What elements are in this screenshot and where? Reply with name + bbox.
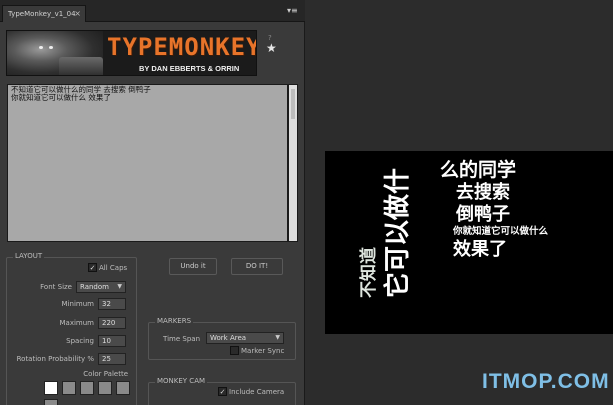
- banner-title: TYPEMONKEY: [107, 33, 257, 61]
- preview-text-vertical: 不知道: [359, 247, 379, 298]
- text-scrollbar[interactable]: [288, 84, 298, 242]
- maximum-label: Maximum: [59, 319, 95, 327]
- color-swatch[interactable]: [62, 381, 76, 395]
- time-span-label: Time Span: [163, 335, 200, 343]
- color-swatch[interactable]: [116, 381, 130, 395]
- markers-group-title: MARKERS: [155, 317, 194, 325]
- scroll-thumb[interactable]: [291, 89, 295, 119]
- gorilla-eye: [39, 46, 43, 49]
- panel-titlebar: TypeMonkey_v1_04 × ▾≡: [0, 0, 305, 22]
- do-it-button[interactable]: DO IT!: [231, 258, 283, 275]
- all-caps-label: All Caps: [99, 264, 128, 272]
- color-swatch[interactable]: [44, 381, 58, 395]
- color-swatch[interactable]: [98, 381, 112, 395]
- panel-tab-title: TypeMonkey_v1_04: [8, 10, 76, 18]
- undo-button[interactable]: Undo it: [169, 258, 217, 275]
- kinetic-type-preview: 么的同学 去搜索 倒鸭子 你就知道它可以做什么 效果了 它可以做什 不知道: [325, 151, 613, 334]
- maximum-field[interactable]: 220: [98, 317, 126, 329]
- time-span-dropdown[interactable]: Work Area ▼: [206, 332, 284, 344]
- font-size-dropdown[interactable]: Random ▼: [76, 281, 126, 293]
- minimum-label: Minimum: [61, 300, 94, 308]
- font-size-label: Font Size: [40, 283, 72, 291]
- color-swatch[interactable]: [44, 399, 58, 405]
- close-icon[interactable]: ×: [74, 9, 81, 18]
- gorilla-eye: [49, 46, 53, 49]
- panel-tab[interactable]: TypeMonkey_v1_04 ×: [2, 5, 86, 22]
- text-line: 你就知道它可以做什么 效果了: [11, 93, 111, 102]
- font-size-value: Random: [80, 283, 109, 291]
- color-palette-label: Color Palette: [83, 370, 128, 378]
- time-span-value: Work Area: [210, 334, 247, 342]
- watermark-logo: ITMOP.COM: [482, 370, 610, 393]
- rotation-probability-label: Rotation Probability %: [16, 355, 94, 363]
- include-camera-checkbox[interactable]: ✓: [218, 387, 227, 396]
- star-icon[interactable]: ★: [266, 41, 277, 55]
- monkey-cam-group-title: MONKEY CAM: [155, 377, 208, 385]
- minimum-field[interactable]: 32: [98, 298, 126, 310]
- include-camera-label: Include Camera: [229, 388, 285, 396]
- preview-text-vertical: 它可以做什: [383, 167, 413, 298]
- marker-sync-label: Marker Sync: [241, 347, 285, 355]
- chevron-down-icon: ▼: [117, 283, 122, 290]
- typemonkey-panel: TypeMonkey_v1_04 × ▾≡ TYPEMONKEY BY DAN …: [0, 0, 305, 405]
- color-swatch[interactable]: [80, 381, 94, 395]
- typewriter-image: [59, 57, 103, 75]
- marker-sync-checkbox[interactable]: [230, 346, 239, 355]
- spacing-label: Spacing: [66, 337, 94, 345]
- typemonkey-banner: TYPEMONKEY BY DAN EBBERTS & ORRIN ZUCKER: [6, 30, 257, 76]
- banner-subtitle: BY DAN EBBERTS & ORRIN ZUCKER: [139, 64, 240, 75]
- text-input-area[interactable]: 不知道它可以做什么的同学 去搜索 倒鸭子 你就知道它可以做什么 效果了: [7, 84, 288, 242]
- panel-menu-icon[interactable]: ▾≡: [287, 6, 299, 16]
- preview-text: 效果了: [453, 239, 507, 260]
- chevron-down-icon: ▼: [275, 334, 280, 341]
- rotation-probability-field[interactable]: 25: [98, 353, 126, 365]
- layout-group-title: LAYOUT: [13, 252, 45, 260]
- spacing-field[interactable]: 10: [98, 335, 126, 347]
- all-caps-checkbox[interactable]: ✓: [88, 263, 97, 272]
